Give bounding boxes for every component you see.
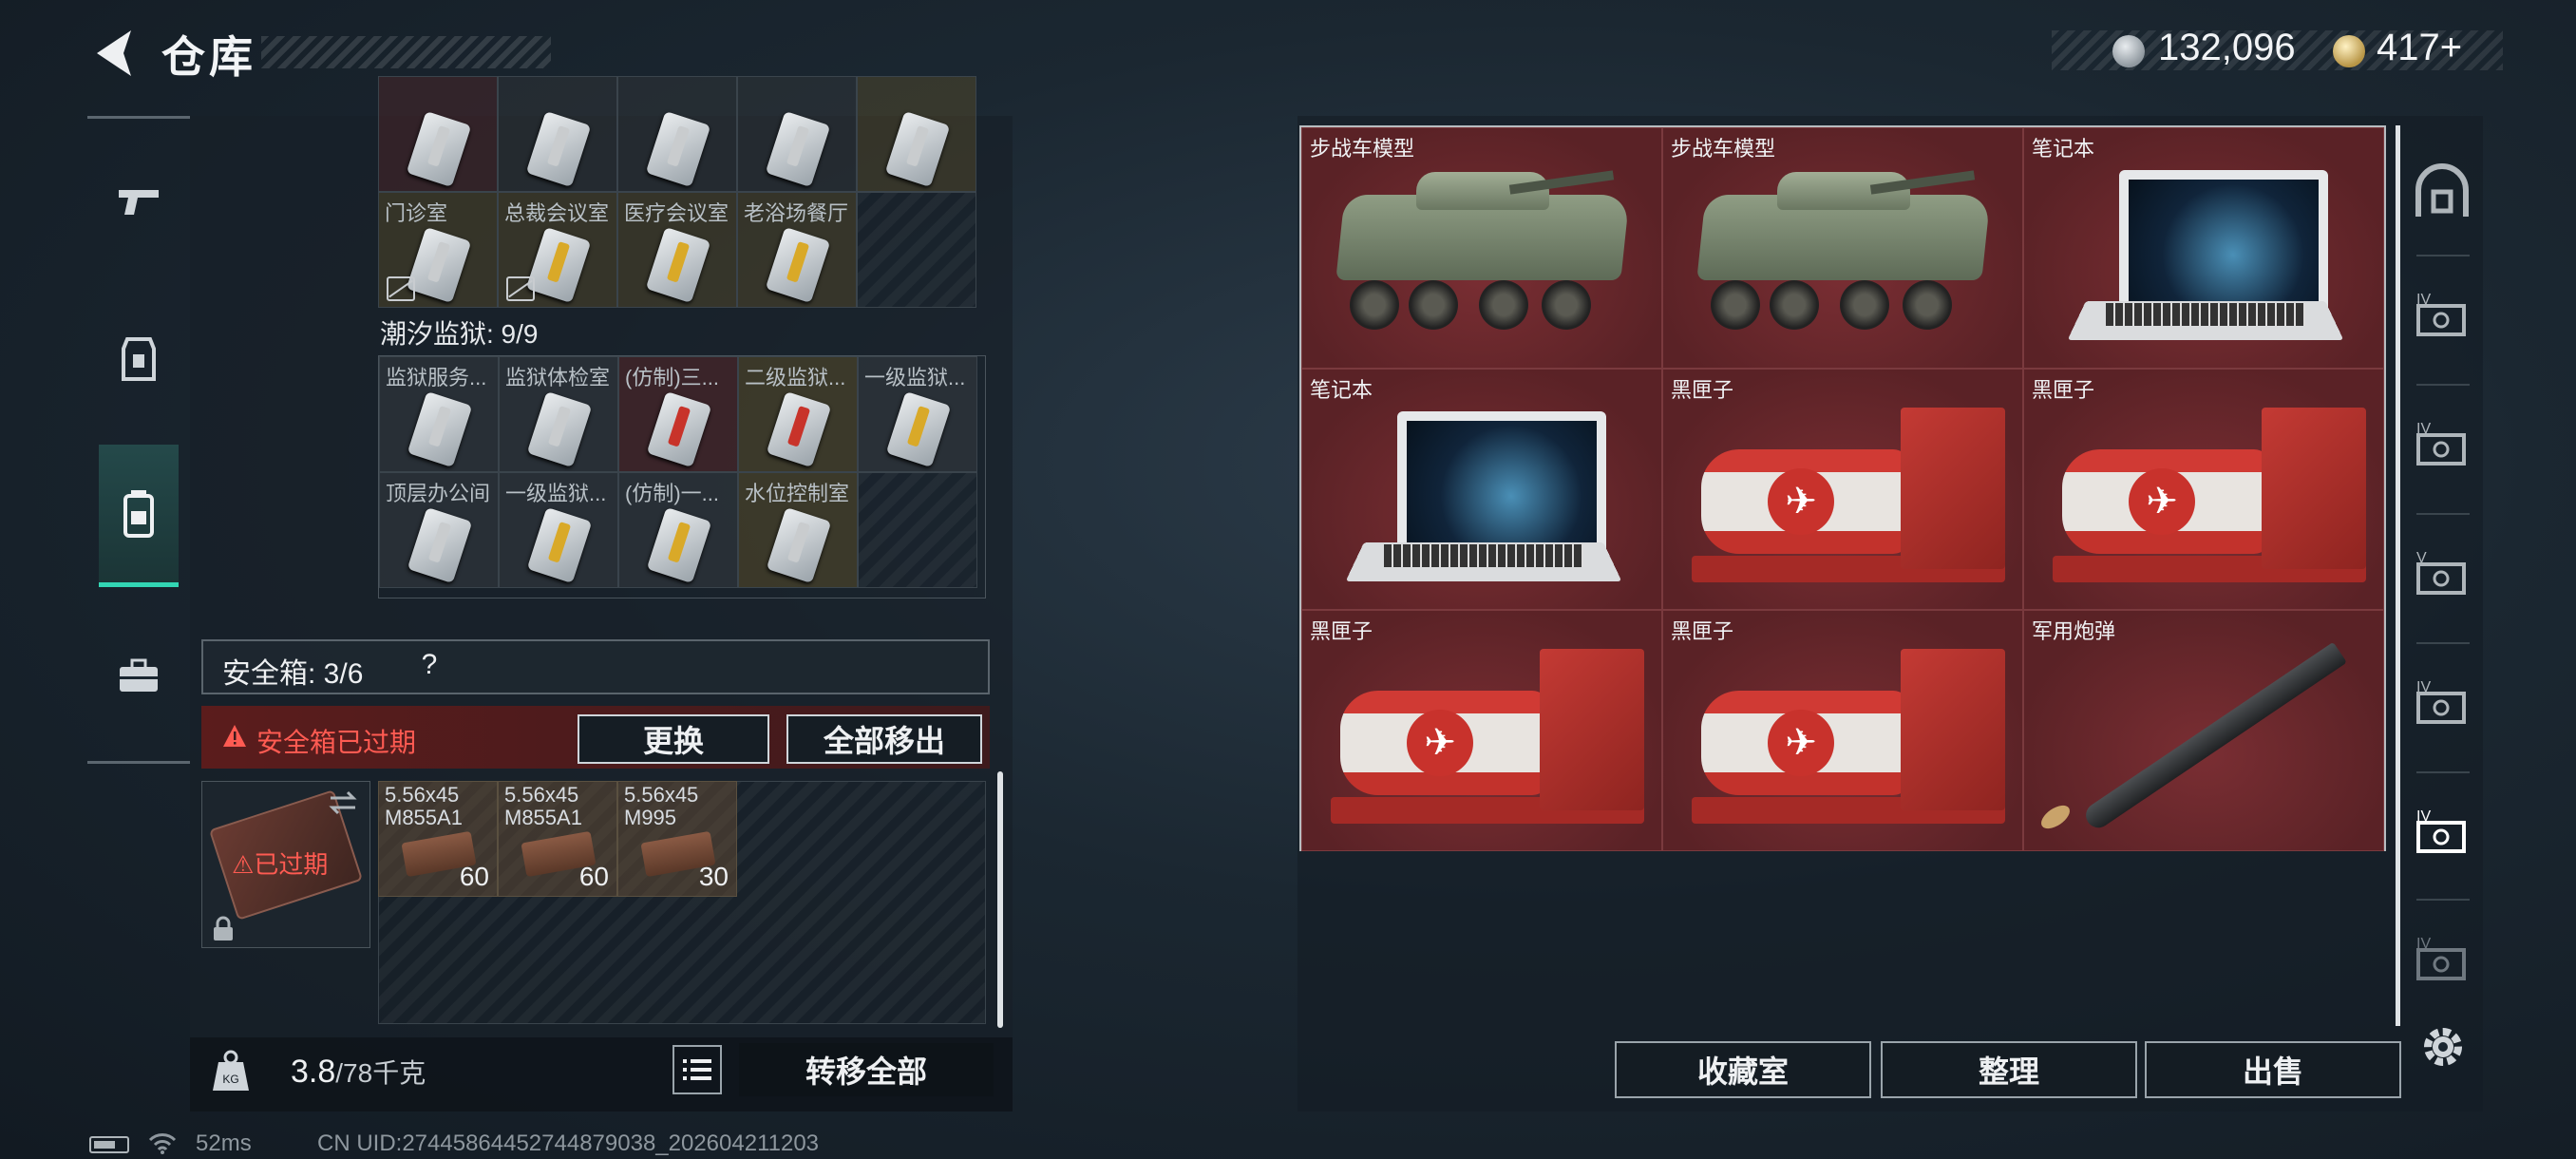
storage-crate-icon: IV xyxy=(2416,421,2466,466)
right-scrollbar[interactable] xyxy=(2396,125,2400,1026)
rail-divider xyxy=(2416,384,2470,386)
ammo-item[interactable]: 5.56x45 M995 30 xyxy=(617,781,737,897)
nav-armor[interactable] xyxy=(99,319,179,399)
prison-keycard-grid: 监狱服务... 监狱体检室 (仿制)三... 二级监狱... 一级监狱... 顶… xyxy=(378,355,986,598)
nav-weapons[interactable] xyxy=(99,162,179,241)
storage-crate-icon: IV xyxy=(2416,292,2466,336)
item-black-box[interactable]: 黑匣子 ✈ xyxy=(1301,610,1662,851)
item-ifv-model[interactable]: 步战车模型 xyxy=(1662,127,2023,369)
safe-box-expired-text: 安全箱已过期 xyxy=(256,728,417,757)
item-laptop[interactable]: 笔记本 xyxy=(2023,127,2384,369)
help-icon[interactable]: ? xyxy=(410,646,448,684)
ping-value: 52ms xyxy=(196,1130,252,1156)
keycard-slot[interactable]: 一级监狱... xyxy=(858,356,977,472)
keycard-slot[interactable]: 总裁会议室 xyxy=(498,192,617,308)
keycard-slot[interactable]: 水位控制室 xyxy=(738,472,858,588)
item-ifv-model[interactable]: 步战车模型 xyxy=(1301,127,1662,369)
empty-slot[interactable] xyxy=(858,472,977,588)
keycard-slot[interactable] xyxy=(617,76,737,192)
safe-box-capacity: 安全箱: 3/6 xyxy=(222,658,364,690)
keycard-slot[interactable]: 门诊室 xyxy=(378,192,498,308)
storage-crate-icon: IV xyxy=(2416,936,2466,980)
item-laptop[interactable]: 笔记本 xyxy=(1301,369,1662,610)
keycard-slot[interactable]: (仿制)一... xyxy=(618,472,738,588)
swap-arrows-icon[interactable] xyxy=(327,788,359,817)
keycard-slot[interactable]: 老浴场餐厅 xyxy=(737,192,857,308)
keycard-slot[interactable]: 一级监狱... xyxy=(499,472,618,588)
hidden-icon xyxy=(506,276,535,301)
rail-divider xyxy=(2416,513,2470,515)
warning-icon xyxy=(223,725,246,747)
transfer-all-button[interactable]: 转移全部 xyxy=(739,1043,994,1096)
storage-tab-iv[interactable]: IV xyxy=(2413,285,2472,344)
case-expired-label: ⚠已过期 xyxy=(232,850,329,879)
money-coin-icon xyxy=(2112,35,2145,67)
lock-icon xyxy=(214,916,233,940)
keycard-slot[interactable] xyxy=(737,76,857,192)
battery-icon xyxy=(89,1136,129,1153)
item-black-box[interactable]: 黑匣子 ✈ xyxy=(2023,369,2384,610)
money-amount: 132,096 xyxy=(2158,27,2296,68)
item-artillery-shell[interactable]: 军用炮弹 xyxy=(2023,610,2384,851)
nav-backpack[interactable] xyxy=(99,445,179,587)
gun-icon xyxy=(119,190,159,215)
armor-vest-icon xyxy=(122,337,156,381)
premium-amount[interactable]: 417+ xyxy=(2377,27,2462,69)
storage-tab-iv[interactable]: IV xyxy=(2413,929,2472,988)
prison-section-label: 潮汐监狱: 9/9 xyxy=(380,319,539,349)
keycard-row: 门诊室 总裁会议室 医疗会议室 老浴场餐厅 xyxy=(378,192,986,308)
rail-divider xyxy=(2416,642,2470,644)
storage-crate-icon: IV xyxy=(2416,679,2466,724)
list-view-icon[interactable] xyxy=(672,1045,722,1094)
sell-button[interactable]: 出售 xyxy=(2145,1041,2401,1098)
keycard-slot[interactable] xyxy=(857,76,976,192)
storage-tab-iv[interactable]: IV xyxy=(2413,673,2472,732)
ammo-item[interactable]: 5.56x45 M855A1 60 xyxy=(498,781,617,897)
left-scrollbar[interactable] xyxy=(997,771,1003,1028)
item-black-box[interactable]: 黑匣子 ✈ xyxy=(1662,369,2023,610)
weight-icon: KG xyxy=(213,1050,249,1091)
keycard-slot[interactable]: 监狱服务... xyxy=(379,356,499,472)
empty-slot[interactable] xyxy=(857,192,976,308)
keycard-slot[interactable]: 顶层办公间 xyxy=(379,472,499,588)
keycard-slot[interactable] xyxy=(498,76,617,192)
storage-tab-active[interactable]: IV xyxy=(2413,802,2472,861)
keycard-row-partial xyxy=(378,76,986,192)
hidden-icon xyxy=(387,276,415,301)
collection-room-button[interactable]: 收藏室 xyxy=(1615,1041,1871,1098)
storage-home-icon[interactable] xyxy=(2413,163,2472,222)
page-title: 仓库 xyxy=(161,32,256,82)
title-decoration xyxy=(261,36,551,68)
briefcase-icon xyxy=(120,658,158,692)
rail-divider xyxy=(2416,899,2470,901)
nav-case[interactable] xyxy=(99,636,179,716)
swap-button[interactable]: 更换 xyxy=(578,714,769,764)
move-all-out-button[interactable]: 全部移出 xyxy=(786,714,982,764)
user-uid: CN UID:2744586445274487903​8_20260421120… xyxy=(317,1130,820,1156)
sort-button[interactable]: 整理 xyxy=(1881,1041,2137,1098)
storage-crate-icon: IV xyxy=(2416,808,2466,853)
weight-value: 3.8/78千克 xyxy=(291,1054,426,1090)
keycard-slot[interactable]: 监狱体检室 xyxy=(499,356,618,472)
keycard-slot[interactable] xyxy=(378,76,498,192)
rail-divider xyxy=(2416,255,2470,256)
gear-icon[interactable] xyxy=(2418,1022,2468,1072)
keycard-slot[interactable]: 医疗会议室 xyxy=(617,192,737,308)
backpack-icon xyxy=(123,489,154,538)
keycard-slot[interactable]: (仿制)三... xyxy=(618,356,738,472)
rail-divider xyxy=(2416,771,2470,773)
wifi-icon xyxy=(148,1133,177,1154)
svg-text:KG: KG xyxy=(222,1073,238,1086)
item-black-box[interactable]: 黑匣子 ✈ xyxy=(1662,610,2023,851)
back-arrow-icon[interactable] xyxy=(87,27,137,80)
keycard-slot[interactable]: 二级监狱... xyxy=(738,356,858,472)
storage-tab-iv[interactable]: IV xyxy=(2413,414,2472,473)
storage-tab-v[interactable]: V xyxy=(2413,543,2472,602)
premium-currency-icon xyxy=(2333,35,2365,67)
ammo-item[interactable]: 5.56x45 M855A1 60 xyxy=(378,781,498,897)
storage-crate-icon: V xyxy=(2416,550,2466,595)
